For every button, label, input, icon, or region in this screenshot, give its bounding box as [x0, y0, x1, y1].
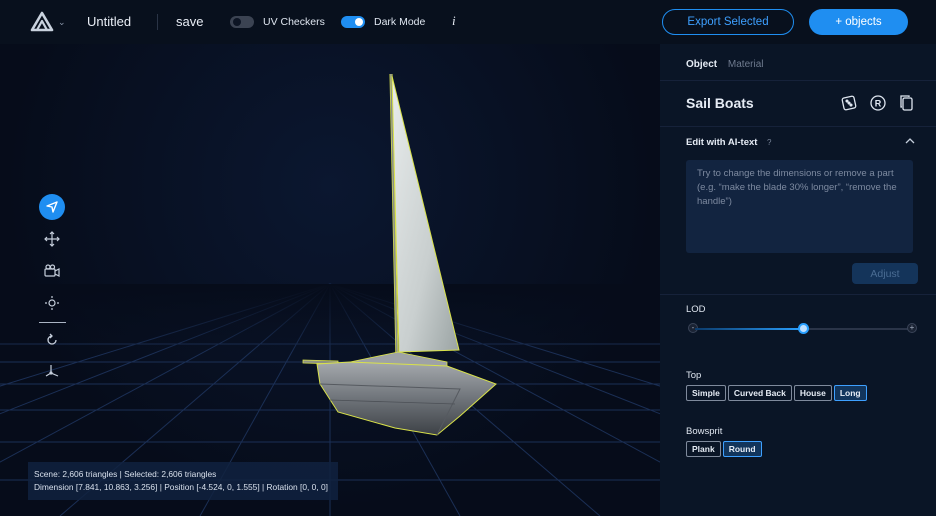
chevron-up-icon[interactable] [905, 137, 915, 145]
chevron-down-icon[interactable]: ⌄ [58, 17, 66, 28]
stats-transform: Dimension [7.841, 10.863, 3.256] | Posit… [34, 482, 328, 492]
stats-triangles: Scene: 2,606 triangles | Selected: 2,606… [34, 469, 217, 479]
bowsprit-option-group: Plank Round [686, 441, 762, 457]
divider [660, 80, 936, 81]
orbit-icon[interactable] [38, 289, 66, 317]
select-icon[interactable] [39, 194, 65, 220]
camera-icon[interactable] [38, 257, 66, 285]
save-button[interactable]: save [176, 14, 203, 29]
adjust-button[interactable]: Adjust [852, 263, 918, 284]
object-name: Sail Boats [686, 95, 754, 111]
top-bar: ⌄ Untitled save UV Checkers Dark Mode i … [0, 0, 936, 44]
lod-slider-fill [695, 328, 803, 330]
dark-mode-toggle[interactable] [341, 16, 365, 28]
lod-label: LOD [686, 304, 706, 315]
top-option-long[interactable]: Long [833, 385, 867, 401]
sailboat-model [302, 73, 497, 436]
ai-edit-input[interactable]: Try to change the dimensions or remove a… [686, 160, 913, 253]
help-icon[interactable]: ? [767, 138, 771, 147]
lod-increase-button[interactable]: + [907, 323, 917, 333]
uv-checkers-label: UV Checkers [263, 16, 325, 28]
divider [660, 294, 936, 295]
tab-object[interactable]: Object [686, 59, 717, 70]
axes-icon[interactable] [38, 357, 66, 385]
tab-material[interactable]: Material [728, 59, 764, 70]
top-option-simple[interactable]: Simple [686, 385, 726, 401]
export-selected-button[interactable]: Export Selected [662, 9, 794, 35]
project-name[interactable]: Untitled [87, 14, 131, 29]
move-icon[interactable] [38, 225, 66, 253]
uv-checkers-toggle[interactable] [230, 16, 254, 28]
bowsprit-option-plank[interactable]: Plank [686, 441, 721, 457]
toolbar-divider [39, 322, 66, 323]
top-option-label: Top [686, 370, 702, 381]
scene-canvas[interactable] [0, 44, 660, 516]
bowsprit-option-round[interactable]: Round [722, 441, 762, 457]
randomize-icon[interactable] [840, 94, 858, 112]
add-objects-button[interactable]: + objects [809, 9, 908, 35]
rotate-icon[interactable] [38, 326, 66, 354]
copy-icon[interactable] [898, 94, 916, 112]
lod-slider-thumb[interactable] [797, 323, 809, 334]
top-option-group: Simple Curved Back House Long [686, 385, 867, 401]
divider [660, 126, 936, 127]
panel-tabs: Object Material [686, 59, 771, 70]
logo-icon[interactable] [28, 10, 56, 34]
divider [157, 14, 158, 30]
properties-panel: Object Material Sail Boats R Edit with A… [660, 44, 936, 516]
top-option-curved-back[interactable]: Curved Back [727, 385, 792, 401]
bowsprit-option-label: Bowsprit [686, 426, 723, 437]
ai-edit-title: Edit with AI-text [686, 137, 758, 148]
registered-icon[interactable]: R [869, 94, 887, 112]
lod-slider[interactable] [695, 323, 910, 334]
top-option-house[interactable]: House [793, 385, 832, 401]
info-icon[interactable]: i [452, 13, 456, 29]
scene-stats: Scene: 2,606 triangles | Selected: 2,606… [28, 462, 338, 500]
3d-viewport[interactable]: Scene: 2,606 triangles | Selected: 2,606… [0, 44, 660, 516]
dark-mode-label: Dark Mode [374, 16, 426, 28]
svg-text:R: R [875, 99, 882, 109]
